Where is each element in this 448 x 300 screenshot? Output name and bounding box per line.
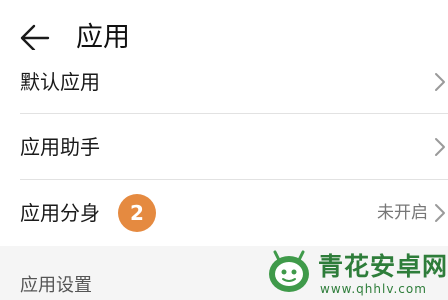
chevron-right-icon — [435, 138, 445, 156]
watermark-logo-icon — [269, 250, 309, 292]
watermark-url: www.qhhlv.com — [320, 282, 427, 296]
chevron-right-icon — [435, 204, 445, 222]
settings-list: 默认应用 应用助手 应用分身 2 未开启 — [0, 50, 448, 246]
list-item-app-twin[interactable]: 应用分身 2 未开启 — [0, 180, 448, 246]
list-item-label: 默认应用 — [20, 70, 100, 94]
watermark-text: 青花安卓网 — [318, 252, 448, 281]
list-item-app-assistant[interactable]: 应用助手 — [0, 114, 448, 180]
section-title: 应用设置 — [20, 275, 92, 296]
step-badge: 2 — [118, 194, 156, 232]
list-item-default-apps[interactable]: 默认应用 — [0, 50, 448, 114]
chevron-right-icon — [435, 73, 445, 91]
watermark: 青花安卓网 www.qhhlv.com — [258, 244, 448, 300]
status-text: 未开启 — [377, 203, 428, 223]
list-item-label: 应用助手 — [20, 135, 100, 159]
list-item-label: 应用分身 — [20, 201, 100, 225]
